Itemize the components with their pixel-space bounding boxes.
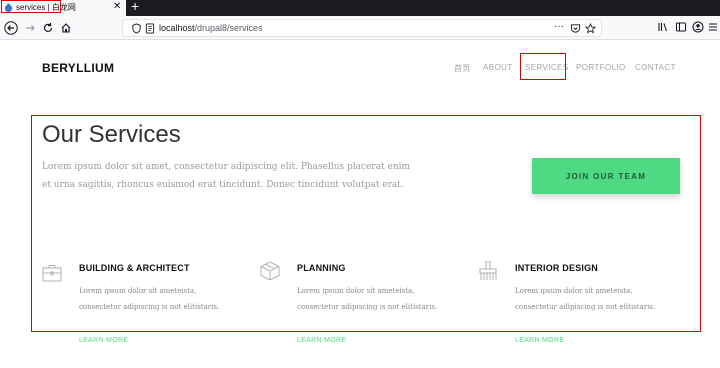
pocket-icon[interactable] (570, 23, 581, 34)
paint-brush-icon (479, 261, 497, 280)
shield-icon (132, 23, 141, 34)
back-arrow-icon (4, 21, 18, 35)
sidebar-button[interactable] (674, 20, 688, 34)
reload-button[interactable] (40, 20, 56, 36)
back-button[interactable] (3, 20, 19, 36)
learn-more-link-building[interactable]: LEARN MORE (79, 337, 128, 344)
briefcase-icon (42, 265, 62, 282)
url-path: /drupal8/services (194, 23, 263, 33)
section-title: Our Services (42, 121, 181, 148)
address-bar[interactable]: localhost/drupal8/services ··· (122, 19, 602, 37)
service-desc-building: Lorem ipsum dolor sit ameteista, consect… (79, 287, 220, 311)
service-title-interior: INTERIOR DESIGN (515, 263, 599, 273)
page-actions-icon[interactable]: ··· (554, 21, 564, 32)
menu-item-contact[interactable]: CONTACT (635, 63, 676, 72)
service-title-planning: PLANNING (297, 263, 346, 273)
page-info-icon[interactable] (145, 23, 155, 34)
menu-button[interactable] (706, 20, 720, 34)
section-description: Lorem ipsum dolor sit amet, consectetur … (42, 162, 411, 190)
bookmark-star-icon[interactable] (585, 23, 596, 34)
join-our-team-button[interactable]: JOIN OUR TEAM (532, 158, 680, 194)
account-icon (692, 21, 704, 33)
reload-icon (43, 23, 53, 33)
menu-item-home[interactable]: 首页 (454, 63, 471, 74)
page-content: BERYLLIUM 首页 ABOUT SERVICES PORTFOLIO CO… (0, 41, 720, 368)
box-icon (260, 261, 280, 281)
url-text: localhost/drupal8/services (159, 23, 263, 33)
browser-navbar: localhost/drupal8/services ··· (0, 16, 720, 40)
menu-highlight-box (520, 53, 566, 80)
tab-highlight-box (1, 0, 61, 13)
url-host: localhost (159, 23, 195, 33)
browser-tab-strip: services | 白龙网 ✕ + (0, 0, 720, 16)
sidebar-icon (676, 22, 686, 32)
learn-more-link-planning[interactable]: LEARN MORE (297, 337, 346, 344)
menu-item-about[interactable]: ABOUT (483, 63, 513, 72)
menu-item-portfolio[interactable]: PORTFOLIO (576, 63, 626, 72)
service-desc-interior: Lorem ipsum dolor sit ameteista, consect… (515, 287, 656, 311)
hamburger-menu-icon (709, 23, 717, 31)
forward-arrow-icon (26, 25, 35, 31)
site-logo[interactable]: BERYLLIUM (42, 61, 114, 75)
close-tab-icon[interactable]: ✕ (113, 1, 121, 12)
library-button[interactable] (656, 20, 670, 34)
new-tab-icon[interactable]: + (131, 0, 139, 14)
learn-more-link-interior[interactable]: LEARN MORE (515, 337, 564, 344)
service-title-building: BUILDING & ARCHITECT (79, 263, 190, 273)
library-icon (658, 23, 668, 32)
home-icon (61, 23, 71, 33)
forward-button[interactable] (22, 20, 38, 36)
service-desc-planning: Lorem ipsum dolor sit ameteista, consect… (297, 287, 438, 311)
home-button[interactable] (58, 20, 74, 36)
account-button[interactable] (691, 20, 705, 34)
browser-tab[interactable]: services | 白龙网 ✕ (0, 0, 126, 16)
